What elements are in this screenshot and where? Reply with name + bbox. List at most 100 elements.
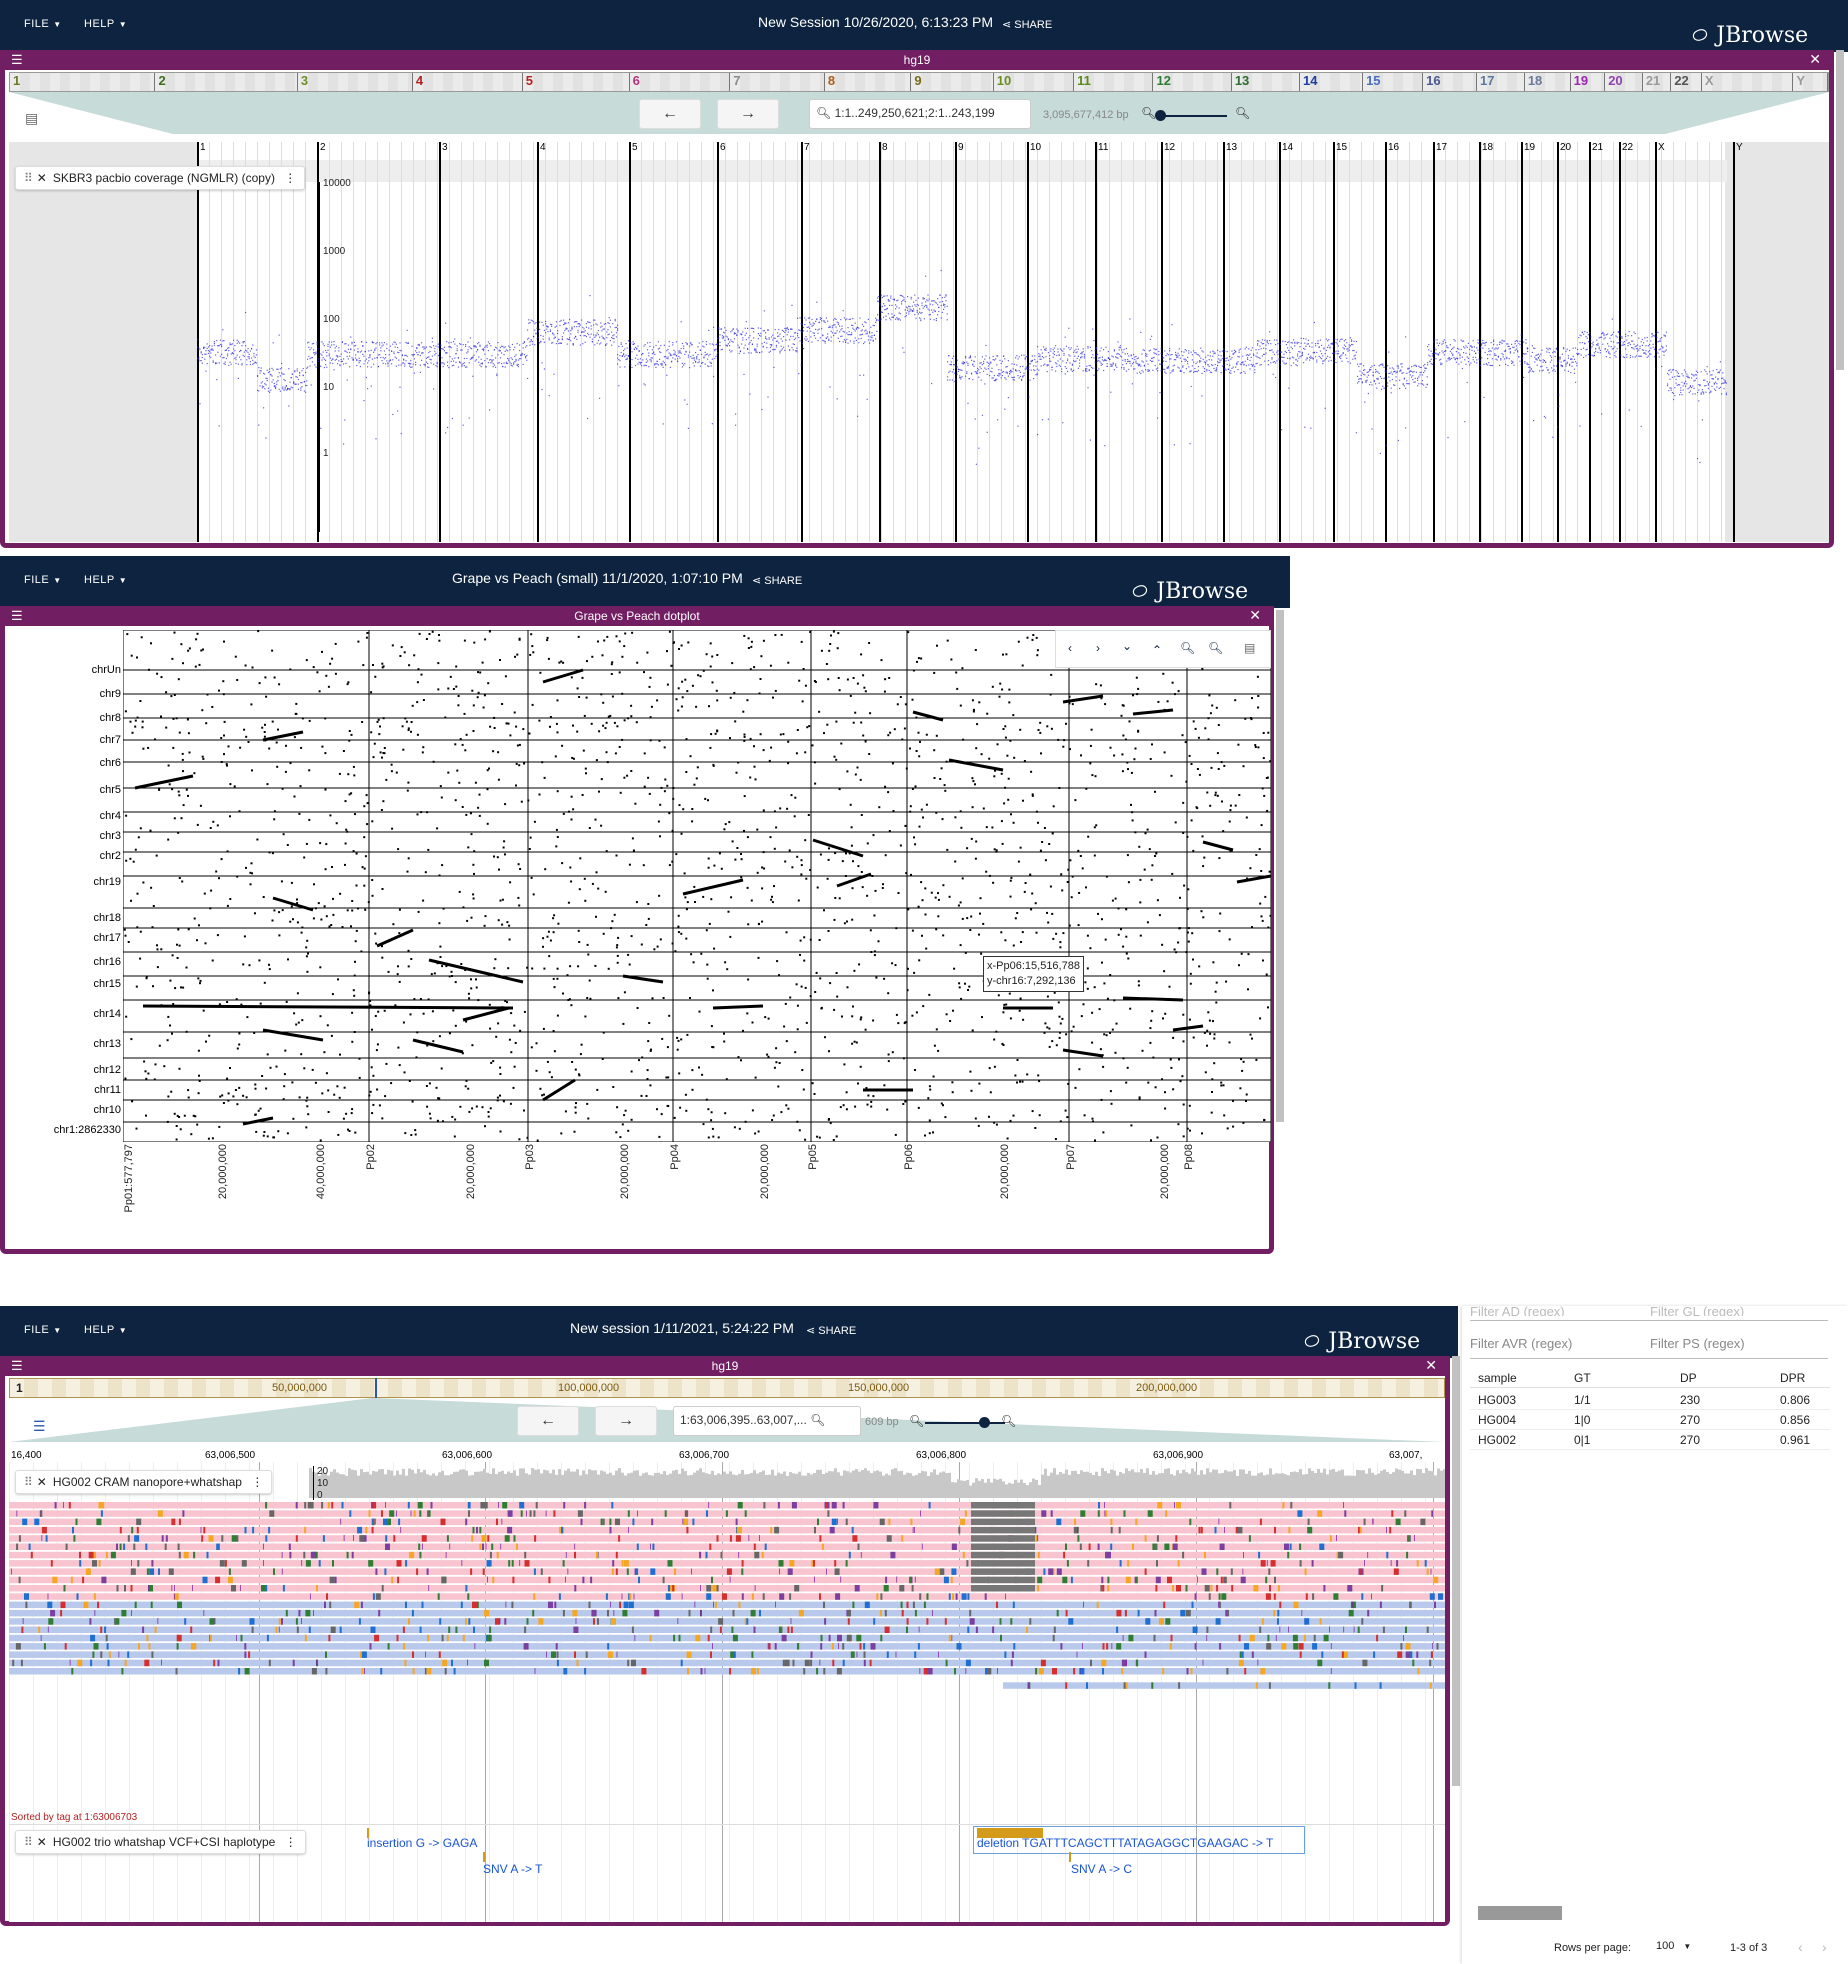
location-search-input[interactable]: 🔍︎ 1:1..249,250,621;2:1..243,199: [809, 99, 1031, 129]
zoom-out-icon[interactable]: 🔍︎: [1141, 106, 1156, 120]
share-button[interactable]: ⋖ SHARE: [752, 574, 802, 587]
coverage-point: [528, 337, 530, 339]
coverage-point: [1188, 350, 1190, 352]
coverage-point: [1128, 360, 1130, 362]
coverage-point: [463, 362, 465, 364]
track-selector-icon[interactable]: ▤: [25, 110, 38, 127]
coverage-point: [1566, 362, 1568, 364]
share-button[interactable]: ⋖ SHARE: [1002, 18, 1052, 31]
dotplot-point: [455, 685, 458, 688]
coverage-point: [425, 346, 427, 348]
chromosome-cell[interactable]: 6: [629, 73, 731, 91]
chromosome-cell[interactable]: 1: [10, 73, 156, 91]
close-track-icon[interactable]: ✕: [37, 171, 47, 185]
coverage-point: [834, 324, 836, 326]
coverage-point: [566, 338, 568, 340]
chromosome-cell[interactable]: 7: [730, 73, 825, 91]
coverage-point: [1402, 384, 1404, 386]
coverage-point: [431, 355, 433, 357]
chromosome-overview[interactable]: 1 2 3 4 5 6 7 8 9 10 11 12 13 14 15 16 17 18 19 20 21 22 X Y: [9, 72, 1829, 92]
coverage-point: [1508, 348, 1510, 350]
chromosome-cell[interactable]: 3: [297, 73, 413, 91]
coverage-point: [596, 324, 598, 326]
drag-handle-icon[interactable]: ⠿: [24, 171, 33, 185]
chromosome-cell[interactable]: 2: [155, 73, 298, 91]
coverage-point: [578, 326, 580, 328]
coverage-point: [445, 322, 447, 324]
coverage-point: [848, 334, 850, 336]
coverage-point: [1251, 347, 1253, 349]
coverage-point: [566, 328, 568, 330]
coverage-point: [405, 360, 407, 362]
coverage-point: [879, 304, 881, 306]
chromosome-cell[interactable]: 5: [522, 73, 630, 91]
coverage-point: [1514, 340, 1516, 343]
chromosome-cell[interactable]: 16: [1423, 73, 1477, 91]
coverage-point: [1301, 353, 1303, 355]
chromosome-cell[interactable]: 8: [824, 73, 912, 91]
coverage-point: [1431, 355, 1433, 357]
chromosome-cell[interactable]: Y: [1793, 73, 1828, 91]
zoom-slider[interactable]: [1157, 115, 1227, 117]
zoom-slider-thumb[interactable]: [1155, 110, 1166, 121]
chromosome-cell[interactable]: 9: [911, 73, 994, 91]
chromosome-cell[interactable]: 18: [1524, 73, 1571, 91]
coverage-point: [585, 326, 587, 328]
chromosome-cell[interactable]: 15: [1363, 73, 1424, 91]
dotplot-point: [501, 703, 504, 705]
help-menu[interactable]: HELP ▼: [84, 18, 127, 30]
dotplot-point: [1103, 1033, 1106, 1036]
chromosome-cell[interactable]: 21: [1642, 73, 1672, 91]
coverage-point: [1333, 345, 1335, 347]
coverage-point: [1171, 353, 1173, 356]
chromosome-cell[interactable]: 12: [1153, 73, 1232, 91]
dotplot-point: [1154, 790, 1156, 793]
chromosome-cell[interactable]: 22: [1671, 73, 1702, 91]
ruler-label: 18: [1482, 142, 1494, 153]
coverage-point: [1371, 428, 1373, 430]
chromosome-cell[interactable]: 17: [1477, 73, 1525, 91]
chromosome-cell[interactable]: 14: [1299, 73, 1364, 91]
scroll-left-button[interactable]: ←: [639, 99, 701, 129]
file-menu[interactable]: FILE ▼: [24, 574, 62, 586]
chromosome-cell[interactable]: 4: [412, 73, 523, 91]
chromosome-cell[interactable]: X: [1701, 73, 1794, 91]
dotplot-canvas[interactable]: [123, 630, 1271, 1142]
coverage-point: [466, 357, 468, 359]
coverage-point: [279, 375, 281, 377]
dotplot-point: [585, 772, 587, 775]
chromosome-cell[interactable]: 19: [1570, 73, 1606, 91]
close-icon[interactable]: ✕: [1809, 51, 1821, 68]
coverage-point: [1587, 341, 1589, 343]
coverage-point: [210, 356, 212, 359]
coverage-point: [977, 370, 979, 372]
coverage-point: [1353, 340, 1355, 342]
help-menu[interactable]: HELP ▼: [84, 574, 127, 586]
coverage-point: [1316, 359, 1318, 361]
zoom-in-icon[interactable]: 🔍︎: [1235, 106, 1250, 120]
close-icon[interactable]: ✕: [1249, 607, 1261, 624]
scroll-right-button[interactable]: →: [717, 99, 779, 129]
dotplot-point: [345, 1112, 348, 1115]
coverage-point: [624, 366, 626, 368]
coverage-point: [1036, 368, 1038, 370]
chromosome-cell[interactable]: 13: [1231, 73, 1300, 91]
coverage-point: [1446, 360, 1448, 362]
coverage-point: [877, 300, 879, 302]
chromosome-cell[interactable]: 10: [993, 73, 1075, 91]
dotplot-point: [335, 822, 338, 825]
coverage-point: [1572, 355, 1574, 357]
coverage-point: [1189, 443, 1191, 445]
file-menu[interactable]: FILE ▼: [24, 18, 62, 30]
track-menu-icon[interactable]: ⋮: [284, 171, 296, 185]
unmapped-region-left: [9, 142, 197, 542]
dotplot-point: [726, 968, 729, 971]
dotplot-point: [451, 975, 453, 977]
chromosome-cell[interactable]: 20: [1605, 73, 1643, 91]
coverage-point: [419, 364, 421, 366]
coverage-point: [829, 326, 831, 328]
chromosome-cell[interactable]: 11: [1074, 73, 1154, 91]
coverage-point: [445, 432, 447, 434]
page-scrollbar-1[interactable]: [1836, 50, 1844, 370]
track-label[interactable]: ⠿ ✕ SKBR3 pacbio coverage (NGMLR) (copy) ⋮: [15, 166, 306, 190]
